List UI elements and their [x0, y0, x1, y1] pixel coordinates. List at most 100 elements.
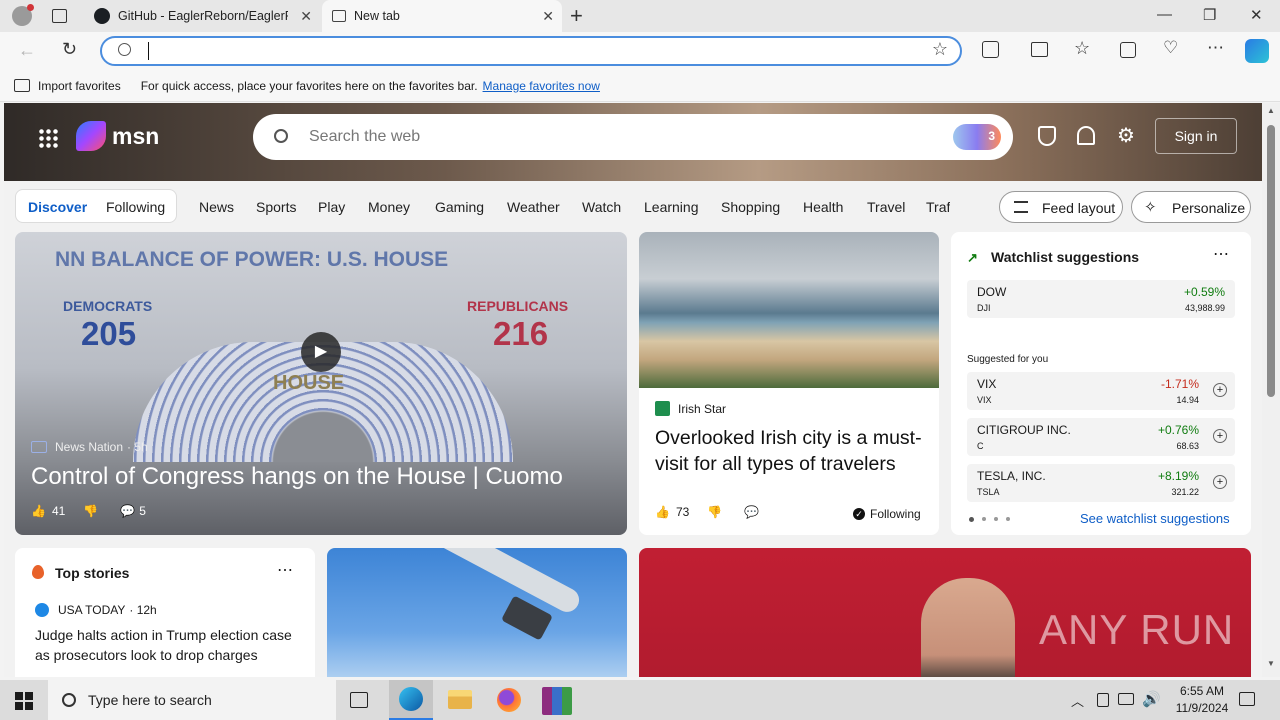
scroll-up-arrow-icon[interactable]: ▲ [1267, 106, 1275, 115]
settings-more-icon[interactable]: ⋯ [1207, 38, 1224, 58]
see-watchlist-link[interactable]: See watchlist suggestions [1080, 511, 1230, 526]
apps-grid-icon[interactable] [38, 128, 58, 148]
clock-time[interactable]: 6:55 AM [1172, 684, 1232, 698]
stock-row[interactable]: TESLA, INC. TSLA +8.19% 321.22 + [967, 464, 1235, 502]
nav-traffic[interactable]: Traf [926, 199, 950, 215]
show-hidden-icons-icon[interactable]: ︿ [1071, 691, 1084, 710]
headline[interactable]: Overlooked Irish city is a must-visit fo… [655, 425, 923, 477]
carousel-dot[interactable] [1006, 517, 1010, 521]
news-card-politics[interactable]: ANY RUN [639, 548, 1251, 677]
more-options-icon[interactable]: ⋯ [277, 560, 293, 580]
scroll-thumb[interactable] [1267, 125, 1275, 397]
taskbar-search-input[interactable]: Type here to search [88, 692, 212, 708]
copilot-cloud-icon[interactable]: 3 [953, 124, 1001, 150]
news-card-irish-star[interactable]: Irish Star Overlooked Irish city is a mu… [639, 232, 939, 535]
like-icon[interactable]: 👍 [31, 504, 46, 518]
nav-sports[interactable]: Sports [256, 199, 296, 215]
tab-new-tab[interactable]: New tab ✕ [322, 0, 562, 32]
settings-gear-icon[interactable]: ⚙ [1117, 126, 1135, 146]
close-tab-icon[interactable]: ✕ [542, 8, 554, 25]
stock-row[interactable]: CITIGROUP INC. C +0.76% 68.63 + [967, 418, 1235, 456]
address-bar[interactable]: ☆ [100, 36, 962, 66]
headline[interactable]: Control of Congress hangs on the House |… [31, 463, 563, 491]
scroll-down-arrow-icon[interactable]: ▼ [1267, 659, 1275, 668]
play-video-button[interactable]: ▶ [301, 332, 341, 372]
news-card-missile[interactable] [327, 548, 627, 677]
add-to-watchlist-icon[interactable]: + [1213, 475, 1227, 489]
manage-favorites-link[interactable]: Manage favorites now [483, 79, 600, 93]
volume-icon[interactable]: 🔊 [1142, 690, 1161, 708]
extensions-icon[interactable] [982, 41, 999, 58]
network-icon[interactable] [1118, 693, 1134, 705]
nav-watch[interactable]: Watch [582, 199, 621, 215]
winrar-icon[interactable] [542, 687, 572, 715]
security-tray-icon[interactable] [1097, 693, 1109, 707]
tab-following[interactable]: Following [106, 199, 165, 215]
browser-essentials-icon[interactable]: ♡ [1163, 38, 1178, 58]
story-headline[interactable]: Judge halts action in Trump election cas… [35, 625, 303, 665]
notifications-bell-icon[interactable] [1077, 126, 1095, 145]
refresh-icon[interactable]: ↻ [62, 39, 77, 60]
carousel-dot[interactable] [994, 517, 998, 521]
nav-news[interactable]: News [199, 199, 234, 215]
rewards-icon[interactable] [1038, 126, 1056, 146]
taskbar-search-box[interactable]: Type here to search [48, 680, 336, 720]
back-icon[interactable]: ← [18, 40, 36, 61]
tab-actions-icon[interactable] [52, 9, 67, 23]
nav-weather[interactable]: Weather [507, 199, 560, 215]
copilot-icon[interactable] [1245, 39, 1269, 63]
split-screen-icon[interactable] [1031, 42, 1048, 57]
favorites-icon[interactable]: ☆ [1074, 38, 1090, 59]
stock-row-dow[interactable]: DOW DJI +0.59% 43,988.99 [967, 280, 1235, 318]
address-input[interactable] [148, 42, 150, 60]
carousel-dots[interactable] [969, 517, 1010, 522]
hero-news-card[interactable]: NN BALANCE OF POWER: U.S. HOUSE DEMOCRAT… [15, 232, 627, 535]
tab-discover[interactable]: Discover [28, 199, 87, 215]
msn-logo[interactable]: msn [76, 121, 159, 151]
nav-travel[interactable]: Travel [867, 199, 905, 215]
like-icon[interactable]: 👍 [655, 505, 670, 519]
source-name[interactable]: USA TODAY [58, 603, 125, 617]
clock-date[interactable]: 11/9/2024 [1172, 701, 1232, 715]
carousel-dot[interactable] [982, 517, 986, 521]
nav-money[interactable]: Money [368, 199, 410, 215]
file-explorer-icon[interactable] [448, 690, 472, 709]
profile-icon[interactable] [12, 4, 34, 26]
firefox-icon[interactable] [497, 688, 521, 712]
web-search-box[interactable]: Search the web 3 [253, 114, 1013, 160]
source-name[interactable]: Irish Star [678, 402, 726, 416]
add-to-watchlist-icon[interactable]: + [1213, 383, 1227, 397]
dislike-icon[interactable]: 👎 [707, 505, 722, 519]
restore-button[interactable]: ❐ [1203, 6, 1216, 24]
nav-health[interactable]: Health [803, 199, 843, 215]
task-view-icon[interactable] [350, 692, 368, 708]
following-badge[interactable]: ✓ Following [853, 507, 921, 521]
add-to-watchlist-icon[interactable]: + [1213, 429, 1227, 443]
stock-row[interactable]: VIX VIX -1.71% 14.94 + [967, 372, 1235, 410]
close-tab-icon[interactable]: ✕ [300, 8, 312, 25]
new-tab-button[interactable]: + [570, 3, 583, 29]
page-scrollbar[interactable]: ▲ ▼ [1262, 103, 1280, 677]
feed-layout-button[interactable]: Feed layout [999, 191, 1123, 223]
personalize-button[interactable]: ✧ Personalize [1131, 191, 1251, 223]
nav-gaming[interactable]: Gaming [435, 199, 484, 215]
source-name[interactable]: News Nation [55, 440, 123, 454]
close-window-button[interactable]: ✕ [1250, 6, 1263, 24]
sign-in-button[interactable]: Sign in [1155, 118, 1237, 154]
minimize-button[interactable]: — [1157, 6, 1172, 23]
comment-icon[interactable]: 💬 [120, 504, 135, 518]
more-options-icon[interactable]: ⋯ [1213, 244, 1229, 264]
collections-icon[interactable] [1120, 42, 1136, 58]
dislike-icon[interactable]: 👎 [83, 504, 98, 518]
nav-shopping[interactable]: Shopping [721, 199, 780, 215]
import-favorites-button[interactable]: Import favorites [38, 79, 121, 93]
windows-start-button[interactable] [15, 692, 33, 710]
web-search-input[interactable]: Search the web [309, 128, 420, 146]
comment-icon[interactable]: 💬 [744, 505, 759, 519]
tab-github[interactable]: GitHub - EaglerReborn/EaglerFor ✕ [84, 0, 320, 32]
favorite-star-icon[interactable]: ☆ [932, 39, 948, 60]
notification-center-icon[interactable] [1239, 692, 1255, 706]
edge-taskbar-icon[interactable] [389, 680, 433, 720]
nav-play[interactable]: Play [318, 199, 345, 215]
nav-learning[interactable]: Learning [644, 199, 699, 215]
